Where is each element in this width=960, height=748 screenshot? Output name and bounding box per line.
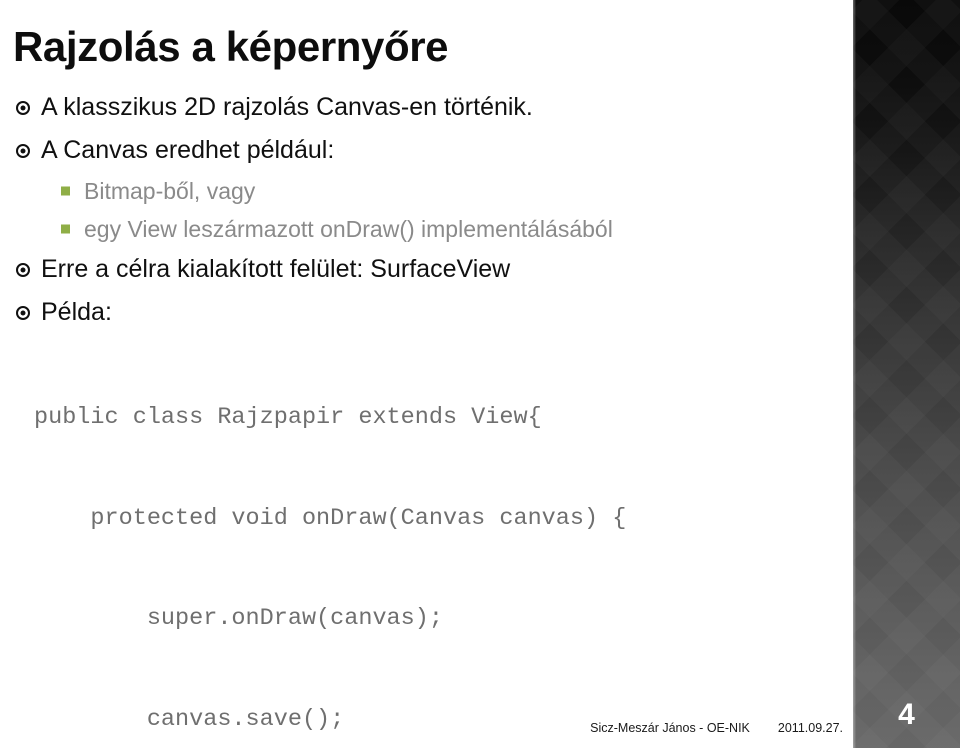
footer-author: Sicz-Meszár János - OE-NIK: [590, 721, 750, 735]
footer-date: 2011.09.27.: [777, 721, 843, 735]
code-block: public class Rajzpapir extends View{ pro…: [0, 334, 853, 748]
bullet-item: A klasszikus 2D rajzolás Canvas-en törté…: [0, 86, 853, 129]
page-title: Rajzolás a képernyőre: [13, 23, 449, 70]
code-line: public class Rajzpapir extends View{: [34, 404, 542, 431]
bullet-circle-dot-icon: [16, 100, 30, 115]
footer: Sicz-Meszár János - OE-NIK 2011.09.27.: [0, 719, 853, 737]
bullet-label: Példa:: [41, 298, 112, 326]
bullet-square-icon: [61, 186, 70, 196]
code-line: protected void onDraw(Canvas canvas) {: [34, 504, 627, 532]
sub-bullet-item: egy View leszármazott onDraw() implement…: [0, 210, 853, 248]
bullet-item: A Canvas eredhet például:: [0, 129, 853, 172]
bullet-item: Példa:: [0, 291, 853, 334]
code-line: super.onDraw(canvas);: [34, 605, 443, 632]
bullet-item: Erre a célra kialakított felület: Surfac…: [0, 248, 853, 291]
bullet-label: A Canvas eredhet például:: [41, 136, 335, 164]
slide: 4 Rajzolás a képernyőre A klasszikus 2D …: [0, 0, 960, 748]
bullet-square-icon: [61, 224, 70, 234]
sidebar-diamond-pattern: [853, 0, 960, 748]
slide-body: A klasszikus 2D rajzolás Canvas-en törté…: [0, 86, 853, 748]
bullet-circle-dot-icon: [16, 143, 30, 158]
bullet-label: Erre a célra kialakított felület: Surfac…: [41, 255, 511, 283]
bullet-circle-dot-icon: [16, 305, 30, 320]
slide-number: 4: [898, 698, 915, 731]
sub-bullet-label: Bitmap-ből, vagy: [84, 178, 256, 204]
sub-bullet-label: egy View leszármazott onDraw() implement…: [84, 216, 613, 242]
bullet-circle-dot-icon: [16, 262, 30, 277]
bullet-label: A klasszikus 2D rajzolás Canvas-en törté…: [41, 93, 533, 121]
right-sidebar-panel: [853, 0, 960, 748]
sub-bullet-item: Bitmap-ből, vagy: [0, 172, 853, 210]
